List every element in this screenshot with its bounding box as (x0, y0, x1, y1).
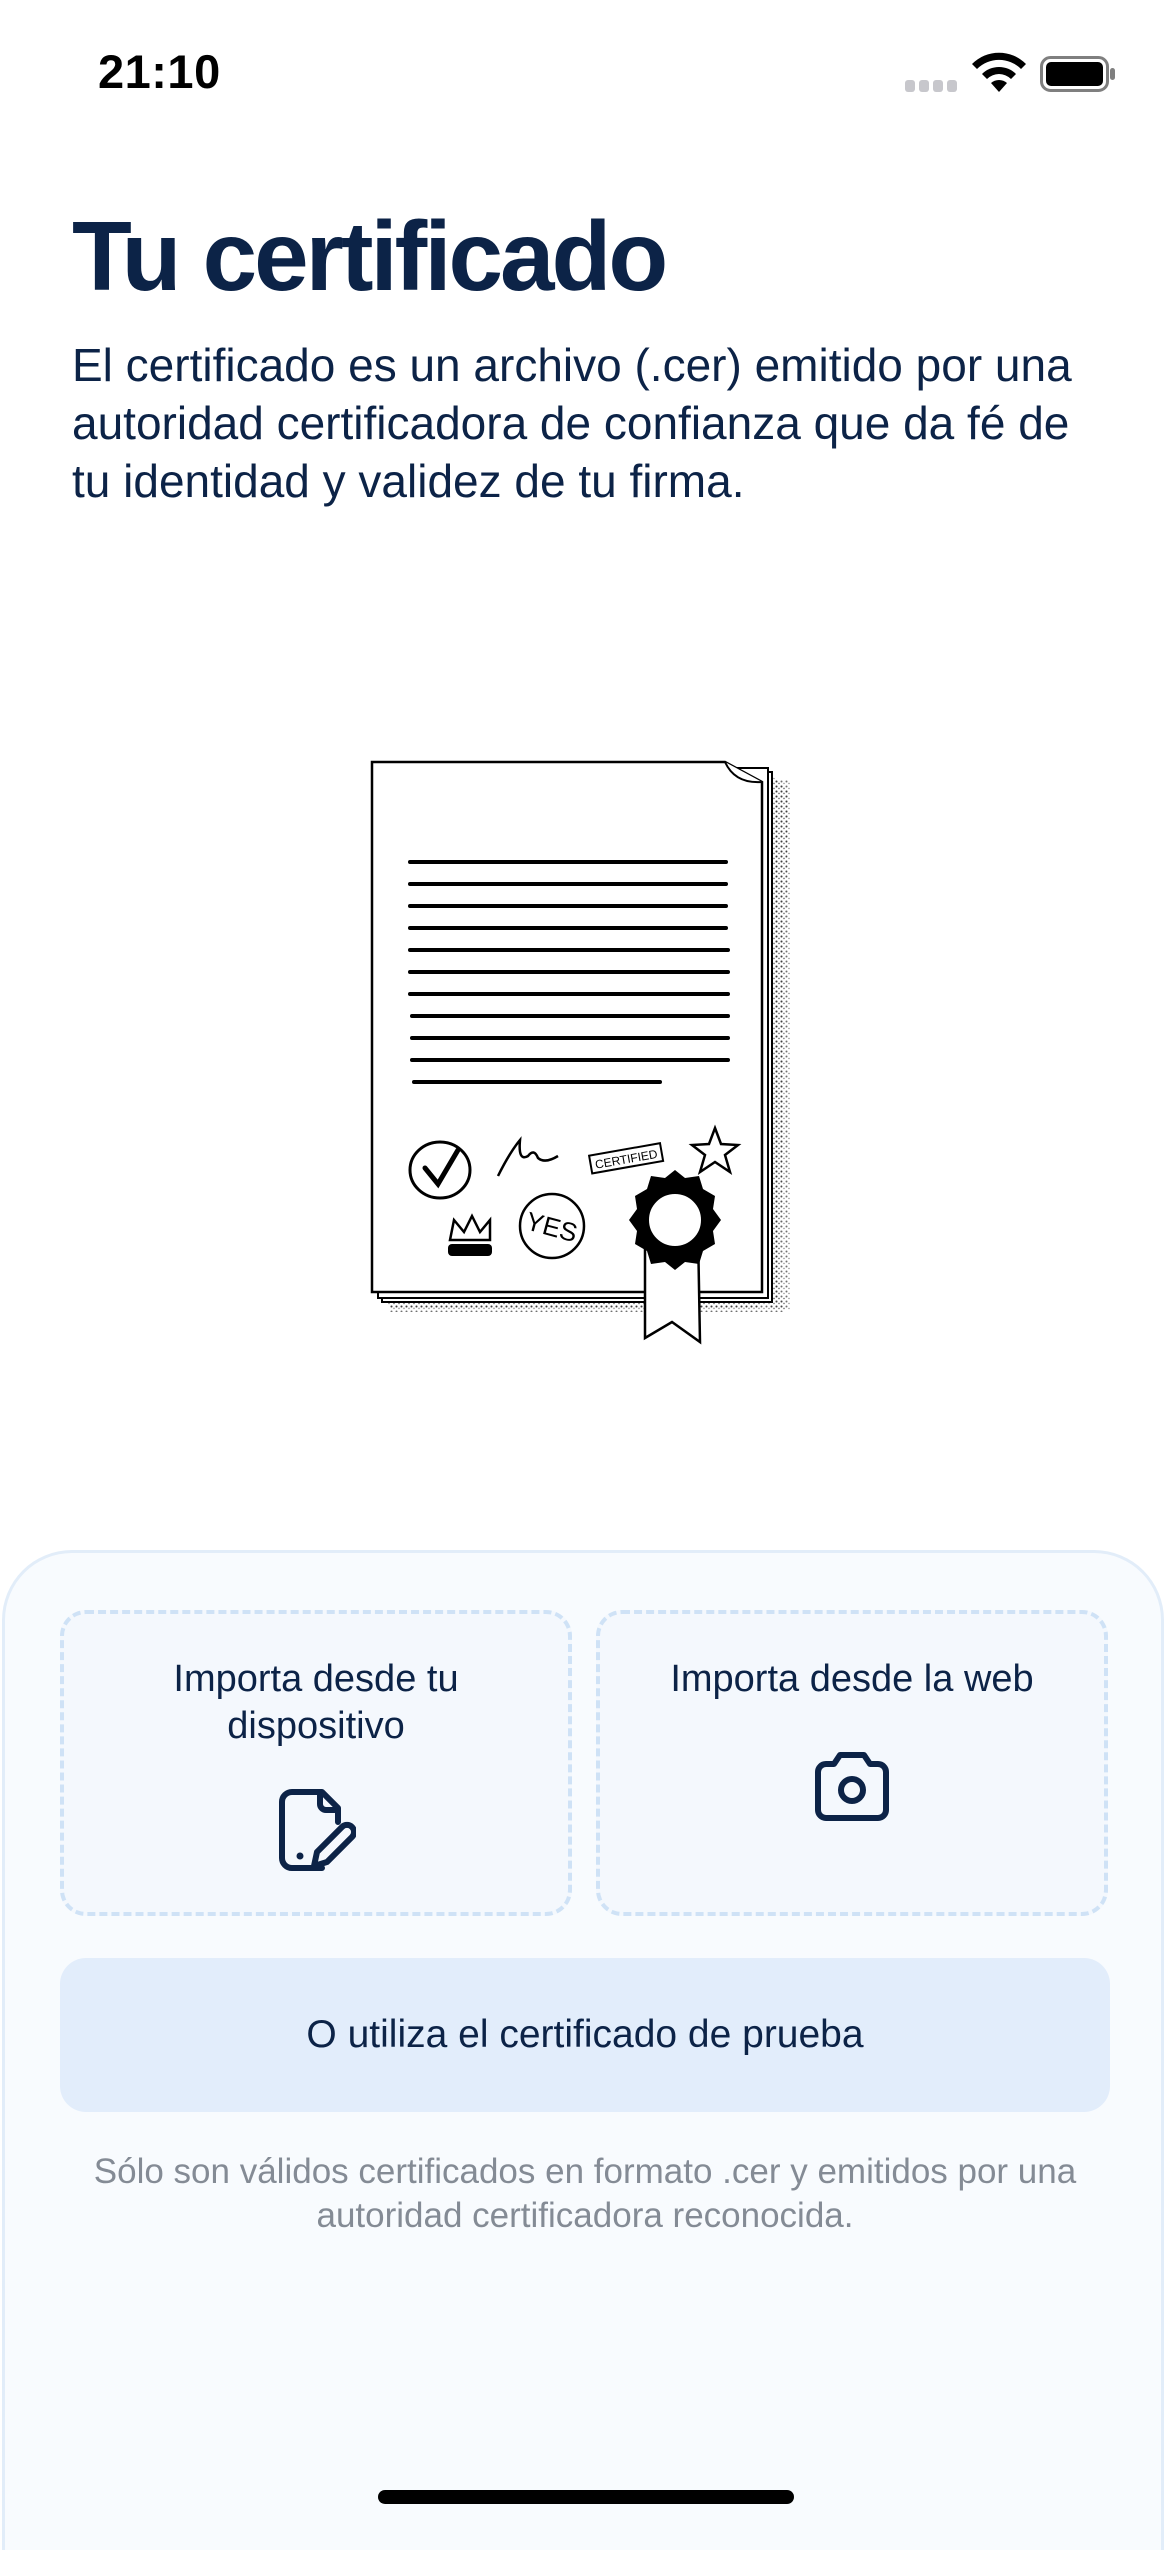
file-edit-icon (279, 1789, 356, 1871)
page-title: Tu certificado (72, 201, 668, 311)
use-test-certificate-button[interactable]: O utiliza el certificado de prueba (60, 1958, 1110, 2112)
status-time: 21:10 (98, 45, 221, 98)
certificate-document-illustration: CERTIFIED YES (370, 760, 790, 1345)
import-from-device-button[interactable]: Importa desde tu dispositivo (60, 1610, 572, 1916)
import-from-device-label: Importa desde tu dispositivo (173, 1658, 459, 1747)
wifi-icon (972, 52, 1026, 92)
cellular-signal-icon (905, 80, 957, 92)
battery-full-icon (1040, 56, 1115, 92)
status-bar: 21:10 (0, 0, 1170, 150)
import-from-web-button[interactable]: Importa desde la web (596, 1610, 1108, 1916)
page-description: El certificado es un archivo (.cer) emit… (72, 339, 1072, 507)
import-from-web-label: Importa desde la web (670, 1658, 1034, 1700)
format-footnote: Sólo son válidos certificados en formato… (93, 2152, 1077, 2235)
home-indicator[interactable] (378, 2490, 794, 2504)
camera-icon (815, 1752, 889, 1821)
